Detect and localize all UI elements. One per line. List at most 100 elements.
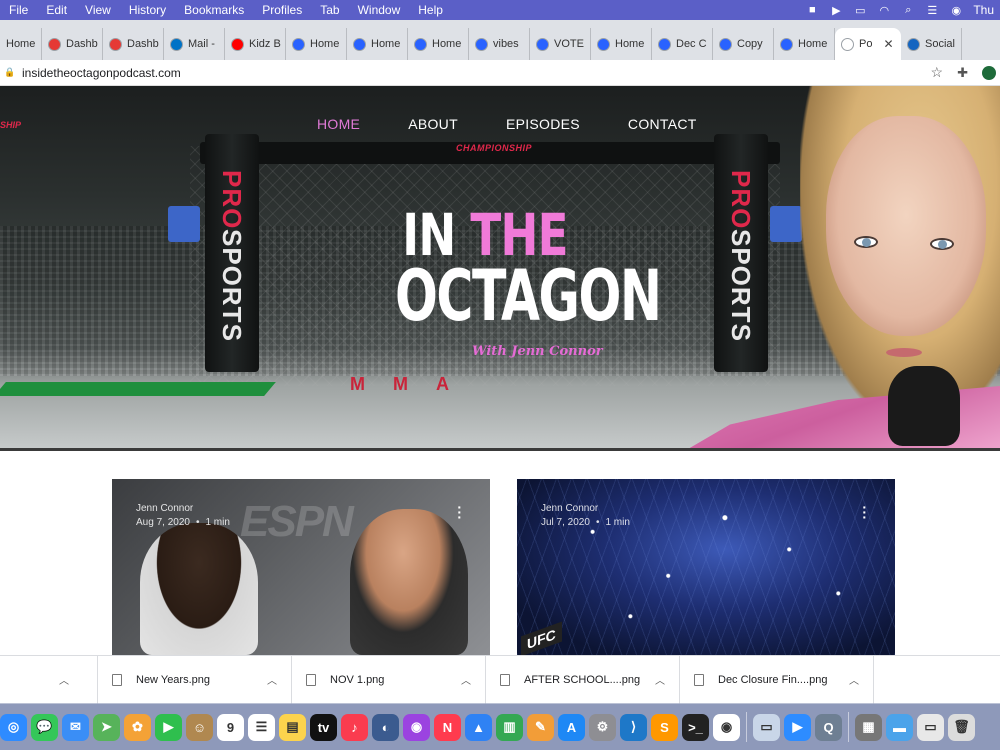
browser-tab[interactable]: Dashb xyxy=(103,28,164,60)
tab-close-icon[interactable]: ✕ xyxy=(883,37,893,51)
sublime-icon[interactable]: S xyxy=(651,713,678,741)
app-store-icon[interactable]: A xyxy=(558,713,585,741)
download-filename: AFTER SCHOOL....png xyxy=(524,673,641,686)
more-options-icon[interactable]: · · · xyxy=(457,500,462,523)
menu-profiles[interactable]: Profiles xyxy=(253,0,311,20)
browser-tab[interactable]: Social xyxy=(901,28,962,60)
browser-tab[interactable]: Home xyxy=(286,28,347,60)
chrome-icon[interactable]: ◉ xyxy=(713,713,740,741)
vscode-icon[interactable]: ⟩ xyxy=(620,713,647,741)
preview-icon[interactable]: ▭ xyxy=(753,713,780,741)
more-options-icon[interactable]: · · · xyxy=(862,500,867,523)
browser-tab[interactable]: Home xyxy=(591,28,652,60)
nav-episodes[interactable]: EPISODES xyxy=(506,116,580,132)
pages-icon[interactable]: ✎ xyxy=(527,713,554,741)
browser-tab[interactable]: Copy xyxy=(713,28,774,60)
blog-post-card[interactable]: UFC Jenn Connor Jul 7, 2020 • 1 min · · · xyxy=(517,479,895,655)
tab-label: Copy xyxy=(737,38,763,50)
url-field[interactable]: insidetheoctagonpodcast.com xyxy=(22,66,181,80)
folder-icon[interactable]: ▬ xyxy=(886,713,913,741)
wifi-icon[interactable]: ◠ xyxy=(877,4,891,17)
profile-avatar[interactable] xyxy=(982,65,996,80)
download-item[interactable]: New Years.png ︿ xyxy=(98,655,292,704)
nav-about[interactable]: ABOUT xyxy=(408,116,458,132)
post-author[interactable]: Jenn Connor xyxy=(541,503,598,514)
mysql-icon[interactable]: ◐ xyxy=(372,713,399,741)
menu-bookmarks[interactable]: Bookmarks xyxy=(175,0,253,20)
siri-icon[interactable]: ◉ xyxy=(949,4,963,17)
menu-file[interactable]: File xyxy=(0,0,37,20)
podcasts-icon[interactable]: ◉ xyxy=(403,713,430,741)
blog-post-card[interactable]: ESPN Jenn Connor Aug 7, 2020 • 1 min · · · xyxy=(112,479,490,655)
reminders-icon[interactable]: ☰ xyxy=(248,713,275,741)
browser-tab[interactable]: Kidz B xyxy=(225,28,286,60)
chevron-up-icon[interactable]: ︿ xyxy=(267,672,291,687)
host-eye-left xyxy=(854,236,878,248)
chevron-up-icon[interactable]: ︿ xyxy=(59,672,83,687)
terminal-icon[interactable]: >_ xyxy=(682,713,709,741)
spotlight-search-icon[interactable]: ⌕ xyxy=(901,4,915,16)
window-thumb-icon[interactable]: ▭ xyxy=(917,713,944,741)
download-item[interactable]: NOV 1.png ︿ xyxy=(292,655,486,704)
tab-favicon-icon xyxy=(292,37,305,51)
numbers-icon[interactable]: ▥ xyxy=(496,713,523,741)
lock-icon[interactable]: 🔒 xyxy=(4,67,15,78)
tab-label: Social xyxy=(925,38,955,50)
chevron-up-icon[interactable]: ︿ xyxy=(461,672,485,687)
news-icon[interactable]: N xyxy=(434,713,461,741)
download-filename: Dec Closure Fin....png xyxy=(718,673,828,686)
safari-icon[interactable]: ◎ xyxy=(0,713,27,741)
browser-tab[interactable]: Po ✕ xyxy=(835,28,901,60)
post-meta: Aug 7, 2020 • 1 min xyxy=(136,517,230,528)
trash-icon[interactable]: 🗑 xyxy=(948,713,975,741)
menu-window[interactable]: Window xyxy=(349,0,410,20)
messages-icon[interactable]: 💬 xyxy=(31,713,58,741)
menu-history[interactable]: History xyxy=(120,0,175,20)
post-author[interactable]: Jenn Connor xyxy=(136,503,193,514)
chevron-up-icon[interactable]: ︿ xyxy=(849,672,873,687)
browser-tab[interactable]: VOTE xyxy=(530,28,591,60)
browser-tab[interactable]: Home xyxy=(408,28,469,60)
control-center-icon[interactable]: ☰ xyxy=(925,4,939,17)
browser-tab[interactable]: Home xyxy=(0,28,42,60)
apple-tv-icon[interactable]: tv xyxy=(310,713,337,741)
browser-tab[interactable]: Home xyxy=(774,28,835,60)
download-item[interactable]: Dec Closure Fin....png ︿ xyxy=(680,655,874,704)
zoom-icon[interactable]: ▶ xyxy=(784,713,811,741)
menu-help[interactable]: Help xyxy=(409,0,452,20)
zoom-status-icon[interactable]: ■ xyxy=(805,4,819,16)
menubar-clock[interactable]: Thu xyxy=(973,3,994,17)
download-filename: New Years.png xyxy=(136,673,210,686)
browser-tab[interactable]: Mail - xyxy=(164,28,225,60)
download-item-partial[interactable]: ︿ xyxy=(0,655,98,704)
nav-home[interactable]: HOME xyxy=(317,116,360,132)
mail-icon[interactable]: ✉ xyxy=(62,713,89,741)
nav-contact[interactable]: CONTACT xyxy=(628,116,697,132)
screenshot-thumb-icon[interactable]: ▦ xyxy=(855,713,882,741)
facetime-icon[interactable]: ▶ xyxy=(155,713,182,741)
system-preferences-icon[interactable]: ⚙ xyxy=(589,713,616,741)
bookmark-star-icon[interactable]: ☆ xyxy=(931,64,944,81)
menu-view[interactable]: View xyxy=(76,0,120,20)
music-icon[interactable]: ♪ xyxy=(341,713,368,741)
menu-edit[interactable]: Edit xyxy=(37,0,76,20)
quicktime-icon[interactable]: Q xyxy=(815,713,842,741)
play-status-icon[interactable]: ▶ xyxy=(829,4,843,17)
meta-dot: • xyxy=(195,517,200,528)
notes-icon[interactable]: ▤ xyxy=(279,713,306,741)
keynote-icon[interactable]: ▲ xyxy=(465,713,492,741)
browser-tab[interactable]: Dec C xyxy=(652,28,713,60)
browser-tab[interactable]: vibes xyxy=(469,28,530,60)
menubar-status-area: ■ ▶ ▭ ◠ ⌕ ☰ ◉ Thu xyxy=(805,3,1000,17)
battery-icon[interactable]: ▭ xyxy=(853,4,867,17)
contacts-icon[interactable]: ☺ xyxy=(186,713,213,741)
browser-tab[interactable]: Dashb xyxy=(42,28,103,60)
maps-icon[interactable]: ➤ xyxy=(93,713,120,741)
photos-icon[interactable]: ✿ xyxy=(124,713,151,741)
browser-tab[interactable]: Home xyxy=(347,28,408,60)
calendar-icon[interactable]: 9 xyxy=(217,713,244,741)
download-item[interactable]: AFTER SCHOOL....png ︿ xyxy=(486,655,680,704)
chevron-up-icon[interactable]: ︿ xyxy=(655,672,679,687)
extensions-puzzle-icon[interactable]: ✚ xyxy=(957,65,968,81)
menu-tab[interactable]: Tab xyxy=(311,0,348,20)
